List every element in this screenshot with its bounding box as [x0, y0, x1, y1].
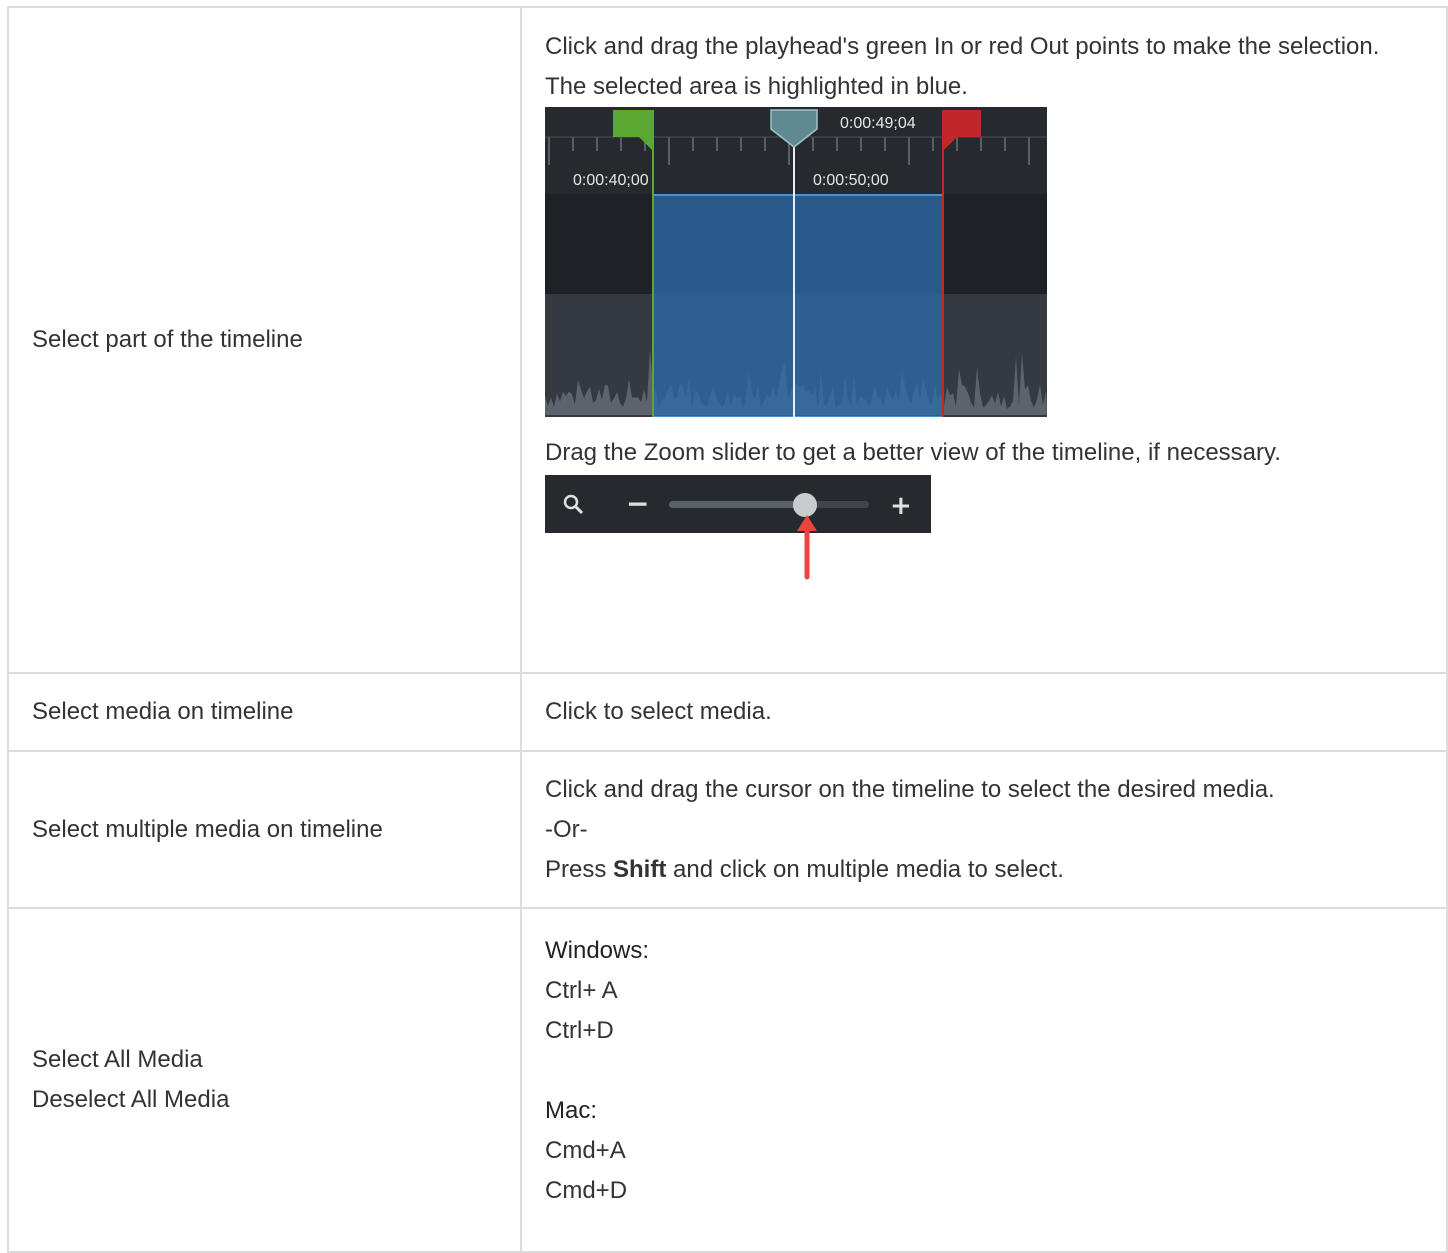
description-text: The selected area is highlighted in blue… — [545, 73, 968, 100]
tick-label: 0:00:40;00 — [573, 172, 649, 189]
shift-key: Shift — [613, 855, 667, 883]
action-label: Select part of the timeline — [32, 326, 303, 353]
table-row: Select media on timeline Click to select… — [7, 672, 1448, 752]
action-label: Select media on timeline — [32, 698, 294, 725]
windows-heading: Windows: — [545, 937, 650, 964]
mac-heading: Mac: — [545, 1097, 598, 1124]
zoom-slider-screenshot: − + — [545, 475, 931, 580]
shortcut-text: Cmd+A — [545, 1137, 626, 1164]
shortcut-text: Ctrl+ A — [545, 977, 618, 1004]
action-cell: Select part of the timeline — [7, 6, 522, 674]
zoom-slider-handle[interactable] — [793, 493, 817, 517]
shortcut-text: Ctrl+D — [545, 1017, 614, 1044]
description-cell: Click to select media. — [520, 672, 1448, 752]
description-text: Click to select media. — [545, 698, 772, 725]
action-cell: Select media on timeline — [7, 672, 522, 752]
timeline-screenshot: 0:00:49;04 0:00:40;00 0:00:50;00 — [545, 107, 1047, 417]
description-text: Click and drag the playhead's green In o… — [545, 33, 1380, 60]
description-cell: Windows: Ctrl+ A Ctrl+D Mac: Cmd+A Cmd+D — [520, 907, 1448, 1253]
table-row: Select All Media Deselect All Media Wind… — [7, 907, 1448, 1253]
action-label: Select All Media — [32, 1046, 203, 1073]
tick-label: 0:00:50;00 — [813, 172, 889, 189]
shortcuts-table: Select part of the timeline Click and dr… — [7, 6, 1448, 1253]
table-row: Select multiple media on timeline Click … — [7, 750, 1448, 909]
action-cell: Select All Media Deselect All Media — [7, 907, 522, 1253]
zoom-track-fill — [669, 501, 805, 508]
description-text: -Or- — [545, 815, 588, 843]
shortcut-text: Cmd+D — [545, 1177, 628, 1204]
zoom-in-button[interactable]: + — [890, 491, 912, 521]
playhead-time: 0:00:49;04 — [840, 115, 916, 132]
selection-area — [652, 194, 944, 417]
description-text: Drag the Zoom slider to get a better vie… — [545, 439, 1281, 466]
action-label: Deselect All Media — [32, 1086, 230, 1113]
action-cell: Select multiple media on timeline — [7, 750, 522, 909]
description-cell: Click and drag the cursor on the timelin… — [520, 750, 1448, 909]
zoom-out-button[interactable]: − — [626, 487, 649, 520]
description-text: Press Shift and click on multiple media … — [545, 855, 1064, 883]
table-row: Select part of the timeline Click and dr… — [7, 6, 1448, 674]
description-cell: Click and drag the playhead's green In o… — [520, 6, 1448, 674]
description-text: Click and drag the cursor on the timelin… — [545, 775, 1275, 803]
action-label: Select multiple media on timeline — [32, 815, 383, 843]
